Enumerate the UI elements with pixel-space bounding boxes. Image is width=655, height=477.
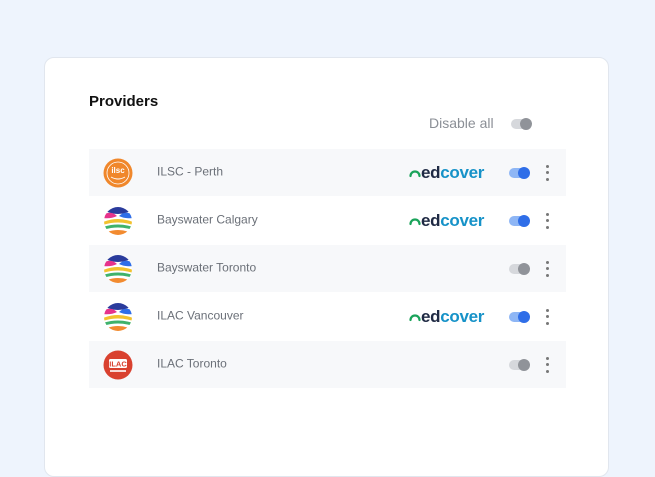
provider-name: Bayswater Toronto (157, 260, 257, 275)
edcover-arc-icon (409, 217, 421, 225)
bayswater-logo-icon (104, 254, 132, 283)
more-options-icon[interactable] (541, 260, 553, 277)
edcover-arc-icon (409, 169, 421, 177)
provider-enabled-toggle[interactable] (509, 358, 530, 371)
bayswater-logo-icon (104, 302, 132, 331)
provider-row[interactable]: ILAC Vancouver ed cover (89, 293, 566, 340)
provider-name: ILAC Toronto (157, 356, 227, 371)
edcover-logo: ed cover (409, 307, 484, 327)
provider-name: ILAC Vancouver (157, 308, 244, 323)
disable-all-label: Disable all (429, 115, 494, 131)
more-options-icon[interactable] (541, 212, 553, 229)
provider-list: ilsc ILSC - Perth ed cover Bayswater Cal… (89, 149, 566, 389)
edcover-logo: ed cover (409, 211, 484, 231)
more-options-icon[interactable] (541, 164, 553, 181)
provider-row[interactable]: ilsc ILSC - Perth ed cover (89, 149, 566, 196)
edcover-arc-icon (409, 313, 421, 321)
provider-row[interactable]: ILAC ILAC Toronto (89, 341, 566, 388)
edcover-logo: ed cover (409, 163, 484, 183)
more-options-icon[interactable] (541, 356, 553, 373)
svg-text:ILAC: ILAC (109, 359, 127, 368)
provider-enabled-toggle[interactable] (509, 214, 530, 227)
provider-enabled-toggle[interactable] (509, 310, 530, 323)
more-options-icon[interactable] (541, 308, 553, 325)
ilac-logo-icon: ILAC (103, 350, 133, 379)
provider-enabled-toggle[interactable] (509, 166, 530, 179)
page-title: Providers (89, 93, 159, 110)
providers-card: Providers Disable all ilsc ILSC - Perth … (44, 57, 609, 477)
provider-name: Bayswater Calgary (157, 212, 258, 227)
provider-row[interactable]: Bayswater Calgary ed cover (89, 197, 566, 244)
provider-enabled-toggle[interactable] (509, 262, 530, 275)
provider-name: ILSC - Perth (157, 164, 224, 179)
bayswater-logo-icon (104, 206, 132, 235)
disable-all-toggle[interactable] (511, 118, 532, 130)
provider-row[interactable]: Bayswater Toronto (89, 245, 566, 292)
svg-text:ilsc: ilsc (111, 166, 125, 175)
ilsc-logo-icon: ilsc (103, 158, 133, 187)
